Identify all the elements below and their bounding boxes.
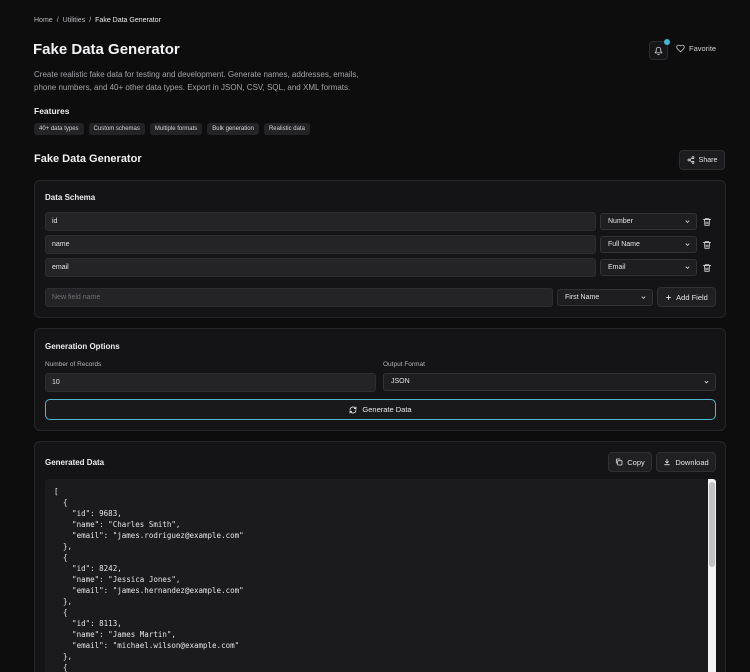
- new-field-type-select[interactable]: First Name: [557, 289, 653, 306]
- download-button[interactable]: Download: [656, 452, 716, 472]
- scrollbar-thumb[interactable]: [709, 482, 715, 567]
- feature-tag: 40+ data types: [34, 123, 84, 135]
- feature-tag: Custom schemas: [88, 123, 145, 135]
- records-input[interactable]: 10: [45, 373, 376, 392]
- feature-tag: Multiple formats: [149, 123, 203, 135]
- chevron-down-icon: [685, 266, 690, 269]
- format-label: Output Format: [383, 361, 425, 368]
- code-line: "email": "james.rodriguez@example.com": [54, 531, 244, 540]
- copy-icon: [616, 458, 623, 466]
- field-type-select[interactable]: Full Name: [600, 236, 697, 253]
- trash-icon[interactable]: [702, 217, 712, 227]
- field-type-select[interactable]: Email: [600, 259, 697, 276]
- new-field-name-input[interactable]: New field name: [45, 288, 553, 307]
- download-icon: [664, 459, 670, 466]
- breadcrumb-separator: /: [89, 17, 92, 24]
- code-line: "name": "Charles Smith",: [54, 520, 181, 529]
- field-type-value: Number: [608, 218, 633, 225]
- breadcrumb-home[interactable]: Home: [34, 17, 53, 24]
- trash-icon[interactable]: [702, 240, 712, 250]
- download-label: Download: [675, 457, 709, 467]
- code-line: "email": "james.hernandez@example.com": [54, 586, 244, 595]
- page-title: Fake Data Generator: [33, 41, 180, 58]
- add-field-button[interactable]: Add Field: [657, 287, 716, 307]
- page-description: Create realistic fake data for testing a…: [34, 70, 359, 92]
- notifications-button[interactable]: [649, 39, 670, 60]
- generate-data-label: Generate Data: [362, 405, 412, 414]
- code-line: [: [54, 487, 59, 496]
- features-heading: Features: [34, 106, 70, 116]
- code-line: {: [54, 608, 68, 617]
- feature-tags: 40+ data types Custom schemas Multiple f…: [34, 123, 310, 135]
- breadcrumb-separator: /: [56, 17, 59, 24]
- code-line: "name": "James Martin",: [54, 630, 176, 639]
- refresh-icon: [349, 406, 357, 413]
- add-field-label: Add Field: [676, 292, 708, 302]
- code-line: {: [54, 553, 68, 562]
- generate-data-button[interactable]: Generate Data: [45, 399, 716, 420]
- breadcrumb-current: Fake Data Generator: [95, 17, 161, 24]
- trash-icon[interactable]: [702, 263, 712, 273]
- code-line: },: [54, 597, 73, 606]
- code-line: {: [54, 498, 68, 507]
- code-line: "id": 8242,: [54, 564, 122, 573]
- scrollbar[interactable]: [708, 479, 716, 672]
- code-line: },: [54, 542, 73, 551]
- chevron-down-icon: [704, 380, 709, 384]
- plus-icon: [666, 294, 671, 300]
- chevron-down-icon: [641, 296, 646, 299]
- feature-tag: Realistic data: [263, 123, 310, 135]
- breadcrumb-utilities[interactable]: Utilities: [63, 17, 86, 24]
- chevron-down-icon: [685, 220, 690, 223]
- favorite-button[interactable]: Favorite: [676, 44, 716, 53]
- field-name-input[interactable]: id: [45, 212, 596, 231]
- format-value: JSON: [391, 378, 410, 385]
- chevron-down-icon: [685, 243, 690, 246]
- share-label: Share: [698, 156, 718, 164]
- field-type-value: Email: [608, 264, 626, 271]
- copy-label: Copy: [627, 457, 645, 467]
- heart-icon: [676, 44, 685, 53]
- code-line: "id": 8113,: [54, 619, 122, 628]
- code-line: "name": "Jessica Jones",: [54, 575, 181, 584]
- data-schema-heading: Data Schema: [45, 193, 96, 202]
- code-line: {: [54, 663, 68, 672]
- favorite-label: Favorite: [689, 44, 717, 53]
- new-field-type-value: First Name: [565, 294, 600, 301]
- field-type-value: Full Name: [608, 241, 640, 248]
- code-line: "email": "michael.wilson@example.com": [54, 641, 240, 650]
- generation-options-card: Generation Options Number of Records 10 …: [34, 328, 726, 431]
- code-line: "id": 9683,: [54, 509, 122, 518]
- field-type-select[interactable]: Number: [600, 213, 697, 230]
- share-icon: [687, 156, 695, 164]
- format-select[interactable]: JSON: [383, 373, 716, 391]
- records-label: Number of Records: [45, 361, 102, 368]
- bell-icon: [654, 46, 663, 55]
- data-schema-card: Data Schema id Number name Full Name ema…: [34, 180, 726, 318]
- notification-dot: [664, 39, 670, 45]
- generated-data-heading: Generated Data: [45, 458, 105, 467]
- field-name-input[interactable]: email: [45, 258, 596, 277]
- tool-title: Fake Data Generator: [34, 153, 142, 165]
- generation-options-heading: Generation Options: [45, 342, 120, 351]
- field-name-input[interactable]: name: [45, 235, 596, 254]
- generated-data-output[interactable]: [ { "id": 9683, "name": "Charles Smith",…: [45, 479, 716, 672]
- breadcrumb: Home / Utilities / Fake Data Generator: [34, 17, 161, 24]
- generated-data-card: Generated Data Copy Download [ { "id": 9…: [34, 441, 726, 672]
- copy-button[interactable]: Copy: [608, 452, 652, 472]
- feature-tag: Bulk generation: [207, 123, 259, 135]
- code-line: },: [54, 652, 73, 661]
- share-button[interactable]: Share: [679, 150, 725, 170]
